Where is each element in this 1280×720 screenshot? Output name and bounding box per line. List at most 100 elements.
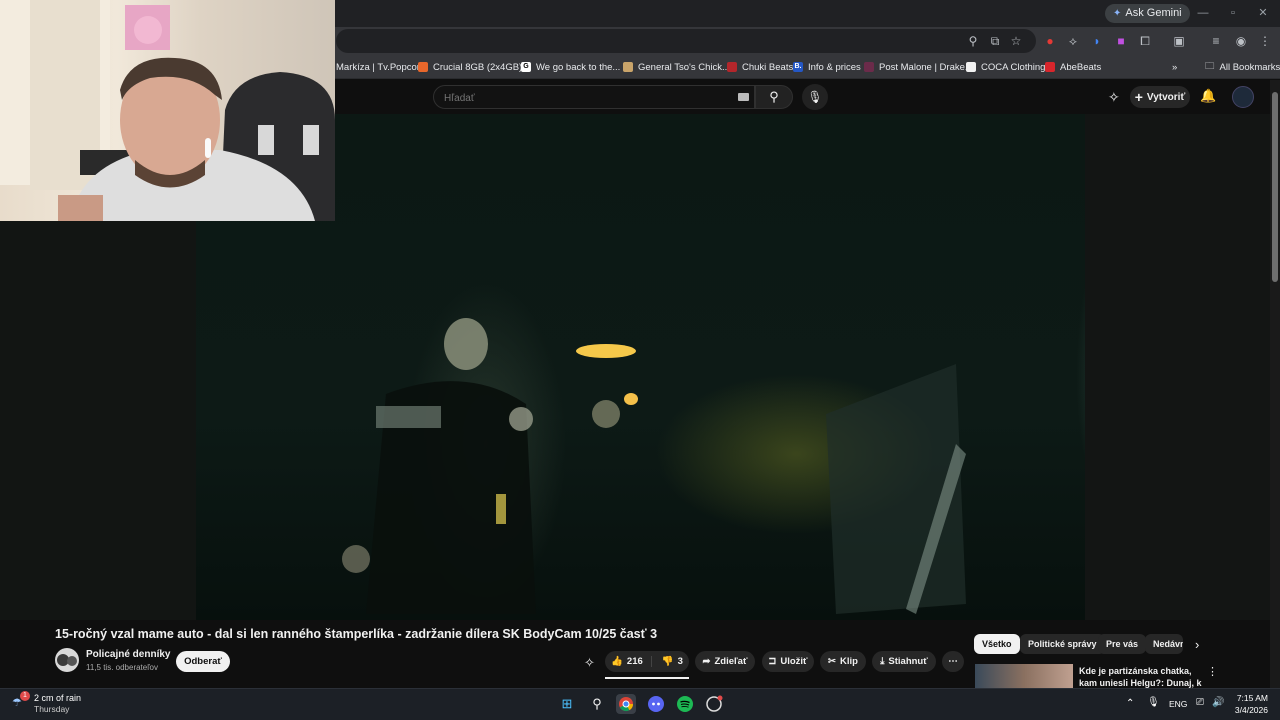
notifications-bell-icon[interactable]: 🔔 — [1200, 88, 1216, 104]
clip-button[interactable]: ✂ Klip — [820, 651, 866, 672]
subscriber-count: 11,5 tis. odberateľov — [86, 663, 159, 672]
channel-avatar[interactable] — [55, 648, 79, 672]
search-input[interactable] — [444, 90, 724, 106]
share-button[interactable]: ➦ Zdieľať — [695, 651, 755, 672]
bookmark-favicon — [418, 62, 428, 72]
more-horizontal-icon: ⋯ — [948, 656, 958, 667]
more-bookmarks-chevron-icon[interactable]: » — [1172, 59, 1177, 75]
bookmark-item[interactable]: Markíza | Tv.Popcor... — [336, 59, 427, 75]
extension-icon[interactable]: ⟡ — [1064, 32, 1082, 50]
channel-logo — [57, 654, 77, 666]
like-button[interactable]: 👍 216 — [611, 656, 652, 667]
discord-logo-icon — [648, 696, 664, 712]
share-icon: ➦ — [702, 656, 711, 667]
chip-recent[interactable]: Nedávno — [1145, 634, 1183, 654]
video-title: 15-ročný vzal mame auto - dal si len ran… — [55, 627, 658, 641]
clock-date[interactable]: 3/4/2026 — [1226, 705, 1268, 715]
bookmark-icon: ⊐ — [768, 656, 777, 667]
windows-start-icon[interactable]: ⊞ — [557, 694, 577, 714]
extensions-puzzle-icon[interactable]: ⧠ — [1136, 32, 1154, 50]
extension-red-icon[interactable]: ● — [1041, 32, 1059, 50]
ask-gemini-button[interactable]: ✦ Ask Gemini — [1105, 4, 1190, 23]
tray-microphone-icon[interactable]: 🎙 — [1147, 697, 1160, 708]
extension-blue-icon[interactable]: ◗ — [1088, 32, 1106, 50]
chip-for-you[interactable]: Pre vás — [1098, 634, 1147, 654]
like-dislike-group: 👍 216 👎 3 — [605, 651, 689, 672]
chrome-menu-icon[interactable]: ⋮ — [1256, 32, 1274, 50]
save-button[interactable]: ⊐ Uložiť — [762, 651, 814, 672]
close-icon[interactable]: ✕ — [1248, 4, 1278, 23]
install-app-icon[interactable]: ⧉ — [986, 32, 1004, 50]
taskbar-search-icon[interactable]: ⚲ — [587, 694, 607, 714]
google-favicon: G — [521, 62, 531, 72]
bookmark-favicon — [1045, 62, 1055, 72]
extension-purple-icon[interactable]: ■ — [1112, 32, 1130, 50]
search-button[interactable]: ⚲ — [755, 85, 793, 109]
clock-time[interactable]: 7:15 AM — [1236, 693, 1268, 703]
chip-political-news[interactable]: Politické správy — [1020, 634, 1105, 654]
thumbs-up-icon: 👍 — [611, 656, 623, 667]
download-icon: ⤓ — [880, 656, 885, 667]
create-button[interactable]: + Vytvoriť — [1130, 86, 1190, 108]
weather-day: Thursday — [34, 704, 70, 714]
bookmark-item[interactable]: Post Malone | Drake... — [864, 59, 973, 75]
bookmark-item[interactable]: General Tso's Chick... — [623, 59, 730, 75]
plus-icon: + — [1134, 89, 1143, 105]
language-indicator[interactable]: ENG — [1169, 699, 1187, 709]
windows-taskbar — [0, 688, 1280, 720]
keyboard-icon[interactable] — [738, 93, 749, 101]
chrome-taskbar-icon[interactable] — [616, 694, 636, 714]
like-indicator — [605, 677, 689, 679]
profile-avatar-icon[interactable]: ◉ — [1232, 32, 1250, 50]
subscribe-button[interactable]: Odberať — [176, 651, 230, 672]
discord-taskbar-icon[interactable] — [646, 694, 666, 714]
player-letterbox-right — [1085, 114, 1270, 620]
bookmark-item[interactable]: AbeBeats — [1045, 59, 1101, 75]
spotify-taskbar-icon[interactable] — [675, 694, 695, 714]
ask-ai-sparkle-icon[interactable]: ✧ — [584, 655, 595, 671]
more-actions-button[interactable]: ⋯ — [942, 651, 964, 672]
recommendation-menu-icon[interactable]: ⋮ — [1207, 665, 1218, 678]
media-controls-icon[interactable]: ≡ — [1207, 32, 1225, 50]
chips-next-chevron-icon[interactable]: › — [1195, 637, 1199, 652]
bookmark-favicon — [864, 62, 874, 72]
ask-gemini-label: Ask Gemini — [1125, 7, 1182, 19]
weather-badge: 1 — [20, 691, 30, 701]
tray-overflow-chevron-icon[interactable]: ⌃ — [1126, 698, 1134, 709]
download-button[interactable]: ⤓ Stiahnuť — [872, 651, 936, 672]
bookmark-item[interactable]: Chuki Beats — [727, 59, 793, 75]
address-bar[interactable] — [336, 29, 1036, 53]
webcam-overlay — [0, 0, 335, 221]
voice-search-button[interactable]: 🎙 — [802, 84, 828, 110]
dislike-button[interactable]: 👎 3 — [656, 656, 683, 667]
chip-all[interactable]: Všetko — [974, 634, 1020, 654]
bookmark-star-icon[interactable]: ☆ — [1007, 32, 1025, 50]
minimize-icon[interactable]: — — [1188, 4, 1218, 23]
chrome-logo-icon — [619, 697, 634, 712]
app-taskbar-icon[interactable] — [704, 694, 724, 714]
bookmark-item[interactable]: COCA Clothing — [966, 59, 1045, 75]
account-avatar[interactable] — [1232, 86, 1254, 108]
spotify-logo-icon — [677, 696, 693, 712]
all-bookmarks-button[interactable]: 🗀 All Bookmarks — [1205, 59, 1280, 75]
tab-search-icon[interactable]: ▣ — [1170, 32, 1188, 50]
bookmark-favicon — [727, 62, 737, 72]
circular-app-icon — [706, 695, 723, 712]
maximize-icon[interactable]: ▫ — [1218, 4, 1248, 23]
bookmark-favicon — [966, 62, 976, 72]
bookmark-item[interactable]: Crucial 8GB (2x4GB)... — [418, 59, 530, 75]
zoom-icon[interactable]: ⚲ — [964, 32, 982, 50]
volume-icon[interactable]: 🔊 — [1212, 697, 1224, 708]
bookmark-favicon: B. — [793, 62, 803, 72]
player-letterbox-left — [0, 221, 196, 620]
channel-name[interactable]: Policajné denníky — [86, 649, 170, 660]
recommendation-thumbnail[interactable] — [975, 664, 1073, 688]
search-box[interactable] — [433, 85, 755, 109]
bookmark-item[interactable]: G We go back to the... — [521, 59, 620, 75]
bookmark-item[interactable]: B. Info & prices — [793, 59, 861, 75]
gemini-spark-icon: ✦ — [1113, 8, 1122, 19]
weather-text[interactable]: 2 cm of rain — [34, 693, 81, 703]
network-icon[interactable]: ⎚ — [1196, 697, 1204, 708]
scrollbar-thumb[interactable] — [1272, 92, 1278, 282]
gemini-sparkle-icon[interactable]: ✧ — [1108, 89, 1120, 106]
